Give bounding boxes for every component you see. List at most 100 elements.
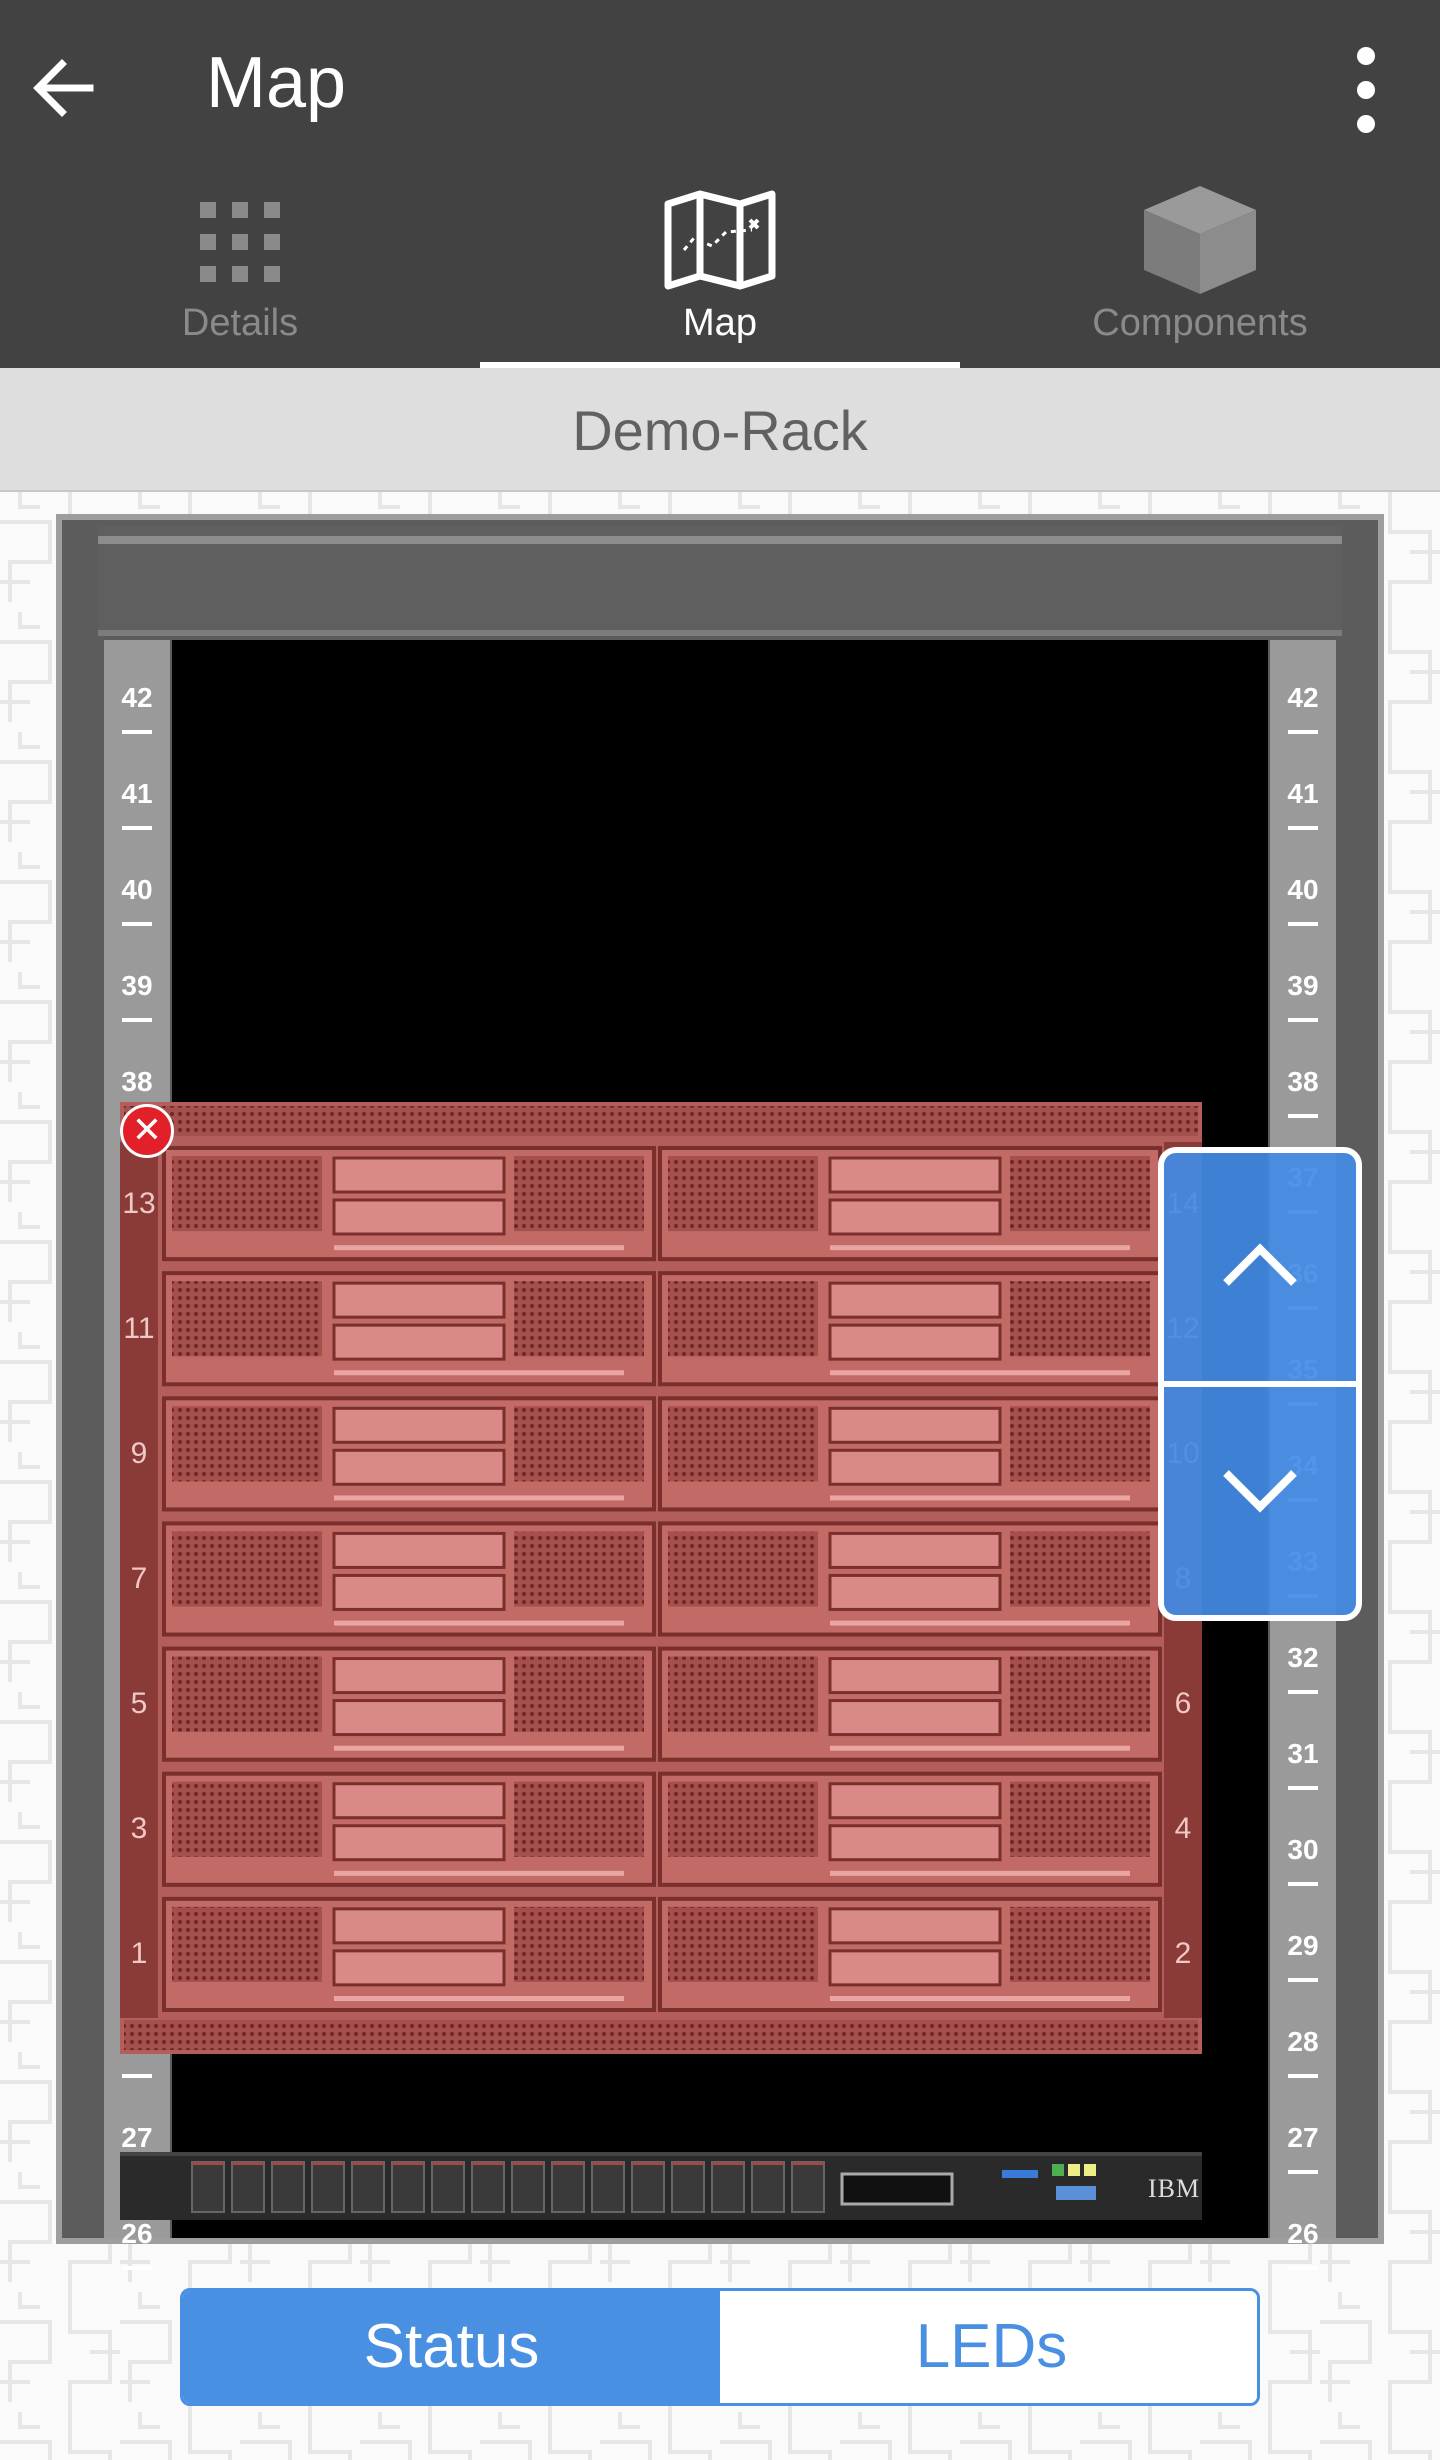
rack-unit-number: 30 bbox=[1287, 1834, 1319, 1865]
chevron-up-icon bbox=[1223, 1243, 1297, 1286]
rack-unit-label: 41 bbox=[104, 764, 170, 860]
blade-node bbox=[658, 1646, 1162, 1762]
rack-unit-number: 40 bbox=[121, 874, 153, 905]
blade-node bbox=[658, 1896, 1162, 2012]
rack-unit-number: 29 bbox=[1287, 1930, 1319, 1961]
drive-bay bbox=[551, 2161, 585, 2213]
drive-bay bbox=[271, 2161, 305, 2213]
bay-number-left: 13 bbox=[122, 1186, 156, 1220]
tab-map[interactable]: Map bbox=[480, 172, 960, 368]
drive-led bbox=[632, 2162, 664, 2165]
drive-bay bbox=[631, 2161, 665, 2213]
blade-node bbox=[658, 1771, 1162, 1887]
scroll-up-button[interactable] bbox=[1164, 1153, 1356, 1387]
drive-led bbox=[712, 2162, 744, 2165]
rack-unit-tick bbox=[122, 1018, 152, 1022]
rack-unit-label: 42 bbox=[104, 668, 170, 764]
drive-led bbox=[552, 2162, 584, 2165]
blade-node bbox=[658, 1396, 1162, 1512]
rack-unit-label: 29 bbox=[1270, 1916, 1336, 2012]
rack-unit-tick bbox=[1288, 2170, 1318, 2174]
rack-unit-number: 27 bbox=[1287, 2122, 1319, 2153]
drive-bay bbox=[671, 2161, 705, 2213]
rack-unit-label: 42 bbox=[1270, 668, 1336, 764]
drive-led bbox=[432, 2162, 464, 2165]
rack-map[interactable]: 4241403938373635343332313029282726 42414… bbox=[0, 492, 1440, 2460]
rack-unit-number: 39 bbox=[121, 970, 153, 1001]
blade-node bbox=[162, 1146, 656, 1262]
drive-led bbox=[192, 2162, 224, 2165]
chassis-error[interactable]: 1311975311412108642 bbox=[120, 1102, 1202, 2054]
bay-number-left: 7 bbox=[130, 1562, 148, 1595]
rack-unit-number: 42 bbox=[121, 682, 153, 713]
rack-unit-label: 38 bbox=[1270, 1052, 1336, 1148]
tab-components[interactable]: Components bbox=[960, 172, 1440, 368]
bay-number-right: 6 bbox=[1174, 1687, 1192, 1721]
rack-unit-number: 31 bbox=[1287, 1738, 1319, 1769]
server-brand: IBM bbox=[1148, 2174, 1201, 2203]
rack-server-bottom[interactable]: IBM bbox=[120, 2152, 1202, 2220]
rack-unit-tick bbox=[122, 922, 152, 926]
drive-led bbox=[272, 2162, 304, 2165]
rack-unit-tick bbox=[1288, 2266, 1318, 2270]
drive-bay bbox=[511, 2161, 545, 2213]
drive-led bbox=[232, 2162, 264, 2165]
rack-unit-tick bbox=[1288, 922, 1318, 926]
chevron-down-icon bbox=[1223, 1470, 1297, 1513]
drive-bay bbox=[791, 2161, 825, 2213]
rack-unit-number: 32 bbox=[1287, 1642, 1319, 1673]
rack-unit-tick bbox=[1288, 826, 1318, 830]
rack-unit-tick bbox=[1288, 1978, 1318, 1982]
blade-node bbox=[162, 1396, 656, 1512]
blade-node bbox=[162, 1646, 656, 1762]
rack-unit-label: 30 bbox=[1270, 1820, 1336, 1916]
scroll-down-button[interactable] bbox=[1164, 1387, 1356, 1615]
drive-bay bbox=[711, 2161, 745, 2213]
rack-unit-number: 26 bbox=[121, 2218, 153, 2249]
arrow-left-icon[interactable] bbox=[28, 52, 100, 124]
blade-node bbox=[162, 1771, 656, 1887]
rack-unit-number: 41 bbox=[121, 778, 153, 809]
rack-unit-number: 39 bbox=[1287, 970, 1319, 1001]
drive-led bbox=[792, 2162, 824, 2165]
rack-unit-tick bbox=[1288, 1690, 1318, 1694]
rack-unit-label: 28 bbox=[1270, 2012, 1336, 2108]
leds-toggle-button[interactable]: LEDs bbox=[723, 2291, 1257, 2403]
status-toggle-button[interactable]: Status bbox=[183, 2291, 720, 2403]
rack-unit-label: 39 bbox=[104, 956, 170, 1052]
drive-led bbox=[392, 2162, 424, 2165]
error-x-icon[interactable]: ✕ bbox=[120, 1104, 174, 1158]
rack-unit-number: 38 bbox=[1287, 1066, 1319, 1097]
rack-unit-tick bbox=[122, 2074, 152, 2078]
cube-icon bbox=[1144, 186, 1256, 294]
app-bar-title: Map bbox=[206, 43, 347, 123]
drive-led bbox=[312, 2162, 344, 2165]
rack-unit-tick bbox=[1288, 1018, 1318, 1022]
rack-unit-label: 40 bbox=[104, 860, 170, 956]
rack-unit-number: 38 bbox=[121, 1066, 153, 1097]
drive-bay bbox=[471, 2161, 505, 2213]
blade-node bbox=[658, 1521, 1162, 1637]
rack-unit-tick bbox=[1288, 730, 1318, 734]
bay-number-left: 5 bbox=[130, 1687, 148, 1721]
more-vertical-icon[interactable] bbox=[1338, 42, 1394, 138]
drive-bay bbox=[431, 2161, 465, 2213]
server-faceplate bbox=[191, 2161, 1096, 2213]
tab-details[interactable]: Details bbox=[0, 172, 480, 368]
rack-unit-tick bbox=[122, 2266, 152, 2270]
bay-number-left: 11 bbox=[123, 1311, 155, 1345]
drive-bay bbox=[351, 2161, 385, 2213]
drive-bay bbox=[391, 2161, 425, 2213]
rack-unit-number: 41 bbox=[1287, 778, 1319, 809]
drive-led bbox=[472, 2162, 504, 2165]
drive-bay bbox=[751, 2161, 785, 2213]
view-toggle: Status LEDs bbox=[180, 2288, 1260, 2406]
rack-unit-label: 41 bbox=[1270, 764, 1336, 860]
drive-bay bbox=[231, 2161, 265, 2213]
rack-unit-label: 32 bbox=[1270, 1628, 1336, 1724]
rack-unit-tick bbox=[122, 826, 152, 830]
bay-number-right: 4 bbox=[1174, 1812, 1192, 1846]
drive-led bbox=[672, 2162, 704, 2165]
chassis-graphic bbox=[120, 1102, 1202, 2054]
rack-unit-number: 28 bbox=[1287, 2026, 1319, 2057]
